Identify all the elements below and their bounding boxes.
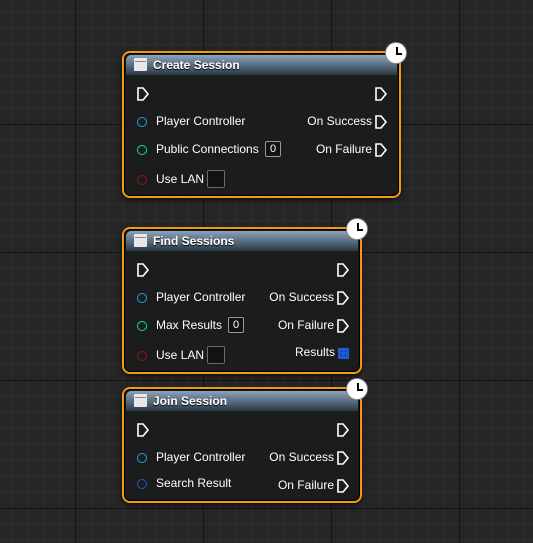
clock-icon	[346, 218, 368, 240]
use-lan-checkbox[interactable]	[207, 170, 225, 188]
use-lan-label: Use LAN	[156, 172, 205, 186]
search-result-pin-icon[interactable]	[137, 479, 147, 489]
function-icon	[134, 58, 147, 71]
results-label: Results	[294, 345, 335, 359]
public-connections-pin-icon[interactable]	[137, 145, 147, 155]
use-lan-pin-icon[interactable]	[137, 351, 147, 361]
search-result-label: Search Result	[156, 476, 232, 490]
on-success-label: On Success	[307, 114, 372, 128]
on-failure-label: On Failure	[315, 142, 372, 156]
node-title: Find Sessions	[153, 234, 235, 248]
player-controller-label: Player Controller	[156, 114, 246, 128]
exec-in-pin-icon[interactable]	[136, 423, 150, 437]
on-failure-exec-pin-icon[interactable]	[374, 143, 388, 157]
on-failure-label: On Failure	[277, 318, 334, 332]
node-find-sessions[interactable]: Find Sessions Player Controller Max Resu…	[122, 218, 368, 374]
public-connections-input[interactable]: 0	[265, 141, 281, 157]
player-controller-pin-icon[interactable]	[137, 117, 147, 127]
function-icon	[134, 394, 147, 407]
on-failure-exec-pin-icon[interactable]	[336, 479, 350, 493]
max-results-pin-icon[interactable]	[137, 321, 147, 331]
node-header[interactable]: Find Sessions	[126, 231, 358, 251]
exec-out-pin-icon[interactable]	[336, 423, 350, 437]
on-success-label: On Success	[269, 450, 334, 464]
player-controller-pin-icon[interactable]	[137, 293, 147, 303]
node-title: Join Session	[153, 394, 228, 408]
exec-in-pin-icon[interactable]	[136, 87, 150, 101]
player-controller-label: Player Controller	[156, 450, 246, 464]
array-grid-icon[interactable]	[338, 348, 349, 359]
node-join-session[interactable]: Join Session Player Controller Search Re…	[122, 378, 368, 503]
player-controller-pin-icon[interactable]	[137, 453, 147, 463]
node-title: Create Session	[153, 58, 240, 72]
node-header[interactable]: Join Session	[126, 391, 358, 411]
use-lan-label: Use LAN	[156, 348, 205, 362]
on-success-label: On Success	[269, 290, 334, 304]
on-success-exec-pin-icon[interactable]	[336, 291, 350, 305]
on-success-exec-pin-icon[interactable]	[336, 451, 350, 465]
clock-icon	[385, 42, 407, 64]
clock-icon	[346, 378, 368, 400]
max-results-input[interactable]: 0	[228, 317, 244, 333]
function-icon	[134, 234, 147, 247]
player-controller-label: Player Controller	[156, 290, 246, 304]
node-create-session[interactable]: Create Session Player Controller Public …	[122, 42, 407, 198]
exec-in-pin-icon[interactable]	[136, 263, 150, 277]
max-results-label: Max Results	[156, 318, 223, 332]
on-failure-exec-pin-icon[interactable]	[336, 319, 350, 333]
use-lan-checkbox[interactable]	[207, 346, 225, 364]
use-lan-pin-icon[interactable]	[137, 175, 147, 185]
on-failure-label: On Failure	[277, 478, 334, 492]
public-connections-label: Public Connections	[156, 142, 259, 156]
node-header[interactable]: Create Session	[126, 55, 397, 75]
on-success-exec-pin-icon[interactable]	[374, 115, 388, 129]
exec-out-pin-icon[interactable]	[374, 87, 388, 101]
exec-out-pin-icon[interactable]	[336, 263, 350, 277]
